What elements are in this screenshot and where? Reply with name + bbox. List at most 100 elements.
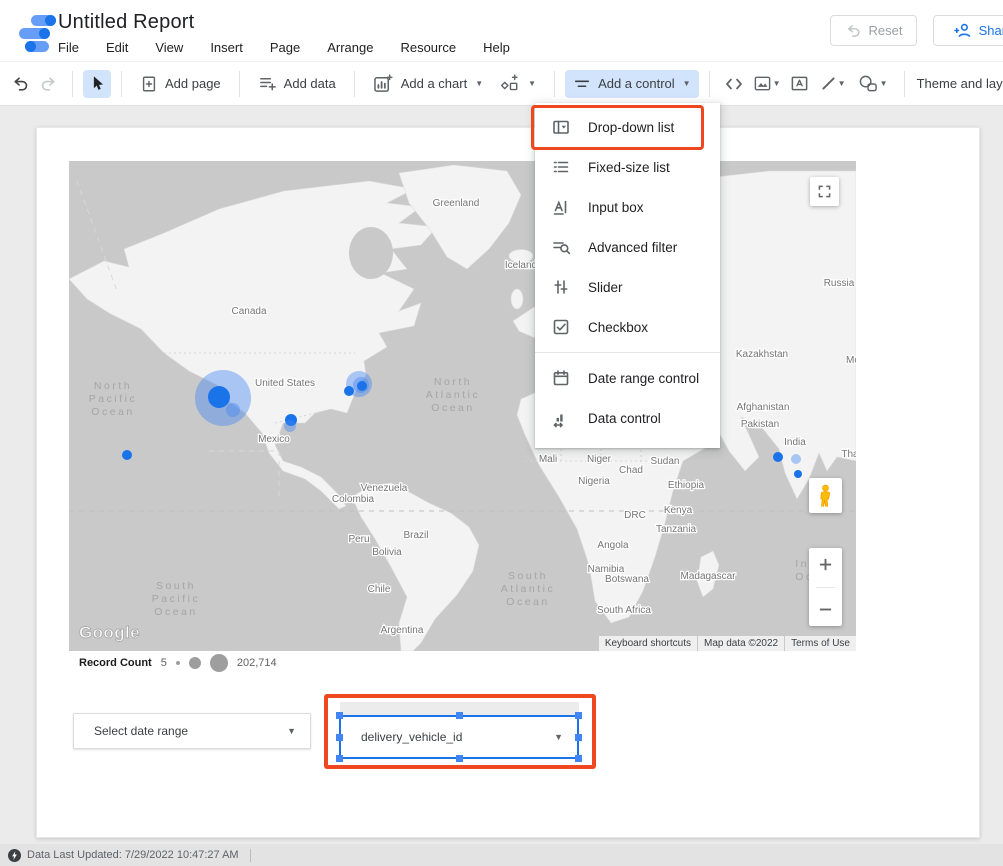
add-chart-button[interactable]: Add a chart ▼ — [365, 69, 491, 98]
embed-url-button[interactable] — [720, 70, 748, 98]
selection-handle[interactable] — [456, 755, 463, 762]
divider — [250, 849, 251, 862]
svg-text:Iceland: Iceland — [505, 260, 537, 271]
select-tool-button[interactable] — [83, 70, 111, 98]
bubble-map-chart[interactable]: GreenlandIcelandRussiaCanadaKazakhstanUn… — [69, 161, 856, 651]
menu-item-checkbox[interactable]: Checkbox — [535, 307, 720, 347]
legend-dot-large — [210, 654, 228, 672]
add-page-button[interactable]: Add page — [132, 70, 229, 98]
svg-text:SouthAtlanticOcean: SouthAtlanticOcean — [501, 570, 555, 608]
menu-edit[interactable]: Edit — [106, 40, 128, 55]
menu-view[interactable]: View — [155, 40, 183, 55]
menu-item-drop-down-list[interactable]: Drop-down list — [535, 107, 720, 147]
report-canvas[interactable]: GreenlandIcelandRussiaCanadaKazakhstanUn… — [36, 127, 980, 838]
insert-image-button[interactable]: ▼ — [748, 70, 786, 98]
zoom-in-button[interactable] — [818, 557, 833, 572]
selection-handle[interactable] — [336, 734, 343, 741]
chevron-down-icon: ▼ — [287, 726, 296, 736]
data-control-icon — [551, 408, 571, 428]
undo-button[interactable] — [6, 70, 34, 98]
community-visualizations-button[interactable]: ▼ — [491, 69, 544, 98]
add-data-button[interactable]: Add data — [250, 69, 344, 98]
checkbox-icon — [551, 317, 571, 337]
selection-handle[interactable] — [575, 734, 582, 741]
svg-text:Chad: Chad — [619, 465, 643, 476]
menu-item-slider[interactable]: Slider — [535, 267, 720, 307]
svg-text:Tha: Tha — [841, 449, 856, 460]
selection-handle[interactable] — [336, 755, 343, 762]
fixed-size-list-icon — [551, 157, 571, 177]
redo-icon — [39, 74, 58, 93]
svg-text:Canada: Canada — [231, 306, 266, 317]
map-attribution-item[interactable]: Map data ©2022 — [698, 636, 784, 651]
svg-text:Mali: Mali — [539, 454, 557, 465]
workspace: GreenlandIcelandRussiaCanadaKazakhstanUn… — [0, 106, 1003, 844]
slider-icon — [551, 277, 571, 297]
svg-text:Chile: Chile — [368, 584, 391, 595]
menu-insert[interactable]: Insert — [210, 40, 243, 55]
menu-item-label: Data control — [588, 411, 661, 426]
svg-text:United States: United States — [255, 378, 315, 389]
menu-item-label: Drop-down list — [588, 120, 674, 135]
svg-text:Mo: Mo — [846, 355, 856, 366]
map-attribution-item[interactable]: Terms of Use — [785, 636, 856, 651]
menu-item-fixed-size-list[interactable]: Fixed-size list — [535, 147, 720, 187]
undo-icon — [11, 74, 30, 93]
map-fullscreen-button[interactable] — [810, 177, 839, 206]
selection-handle[interactable] — [336, 712, 343, 719]
menu-item-input-box[interactable]: Input box — [535, 187, 720, 227]
chevron-down-icon: ▼ — [838, 79, 846, 88]
svg-text:NorthAtlanticOcean: NorthAtlanticOcean — [426, 376, 480, 414]
menu-item-data-control[interactable]: Data control — [535, 398, 720, 438]
advanced-filter-icon — [551, 237, 571, 257]
svg-text:Colombia: Colombia — [332, 494, 375, 505]
map-attribution-item[interactable]: Keyboard shortcuts — [599, 636, 697, 651]
insert-shape-button[interactable]: ▼ — [852, 70, 894, 98]
report-title[interactable]: Untitled Report — [58, 11, 194, 34]
insert-text-button[interactable] — [786, 70, 814, 98]
add-control-button[interactable]: Add a control ▼ — [565, 70, 699, 98]
svg-text:SouthPacificOcean: SouthPacificOcean — [152, 580, 200, 618]
dropdown-list-control[interactable]: delivery_vehicle_id ▼ — [339, 715, 579, 759]
menu-resource[interactable]: Resource — [400, 40, 456, 55]
data-last-updated: Data Last Updated: 7/29/2022 10:47:27 AM — [27, 849, 239, 861]
google-maps-logo: Google — [79, 623, 140, 643]
reset-button[interactable]: Reset — [830, 15, 917, 46]
fullscreen-icon — [816, 183, 833, 200]
shape-icon — [858, 74, 879, 93]
chevron-down-icon: ▼ — [554, 732, 563, 742]
svg-text:Venezuela: Venezuela — [361, 483, 408, 494]
menu-item-label: Slider — [588, 280, 623, 295]
data-studio-logo-icon[interactable] — [8, 8, 54, 54]
add-data-icon — [258, 74, 277, 93]
cursor-icon — [89, 75, 106, 92]
undo-icon — [845, 22, 862, 39]
date-range-control[interactable]: Select date range ▼ — [73, 713, 311, 749]
legend-max-value: 202,714 — [237, 657, 277, 669]
zoom-out-button[interactable] — [818, 602, 833, 617]
redo-button[interactable] — [34, 70, 62, 98]
dropdown-list-icon — [551, 117, 571, 137]
legend-dot-small — [176, 661, 180, 665]
menu-page[interactable]: Page — [270, 40, 300, 55]
selection-handle[interactable] — [456, 712, 463, 719]
insert-line-button[interactable]: ▼ — [814, 70, 852, 98]
menu-arrange[interactable]: Arrange — [327, 40, 373, 55]
svg-text:Angola: Angola — [597, 540, 629, 551]
theme-layout-button[interactable]: Theme and layout — [917, 76, 1003, 91]
chevron-down-icon: ▼ — [773, 79, 781, 88]
selection-handle[interactable] — [575, 755, 582, 762]
menu-item-label: Advanced filter — [588, 240, 677, 255]
street-view-pegman-button[interactable] — [809, 478, 842, 513]
menu-file[interactable]: File — [58, 40, 79, 55]
menu-item-advanced-filter[interactable]: Advanced filter — [535, 227, 720, 267]
input-box-icon — [551, 197, 571, 217]
menu-help[interactable]: Help — [483, 40, 510, 55]
app-header: Untitled Report File Edit View Insert Page Ar… — [0, 0, 1003, 62]
chevron-down-icon: ▼ — [475, 79, 483, 88]
code-icon — [724, 74, 744, 94]
menu-item-date-range-control[interactable]: Date range control — [535, 358, 720, 398]
share-button[interactable]: Share — [933, 15, 1003, 46]
selection-handle[interactable] — [575, 712, 582, 719]
text-box-icon — [790, 74, 809, 93]
